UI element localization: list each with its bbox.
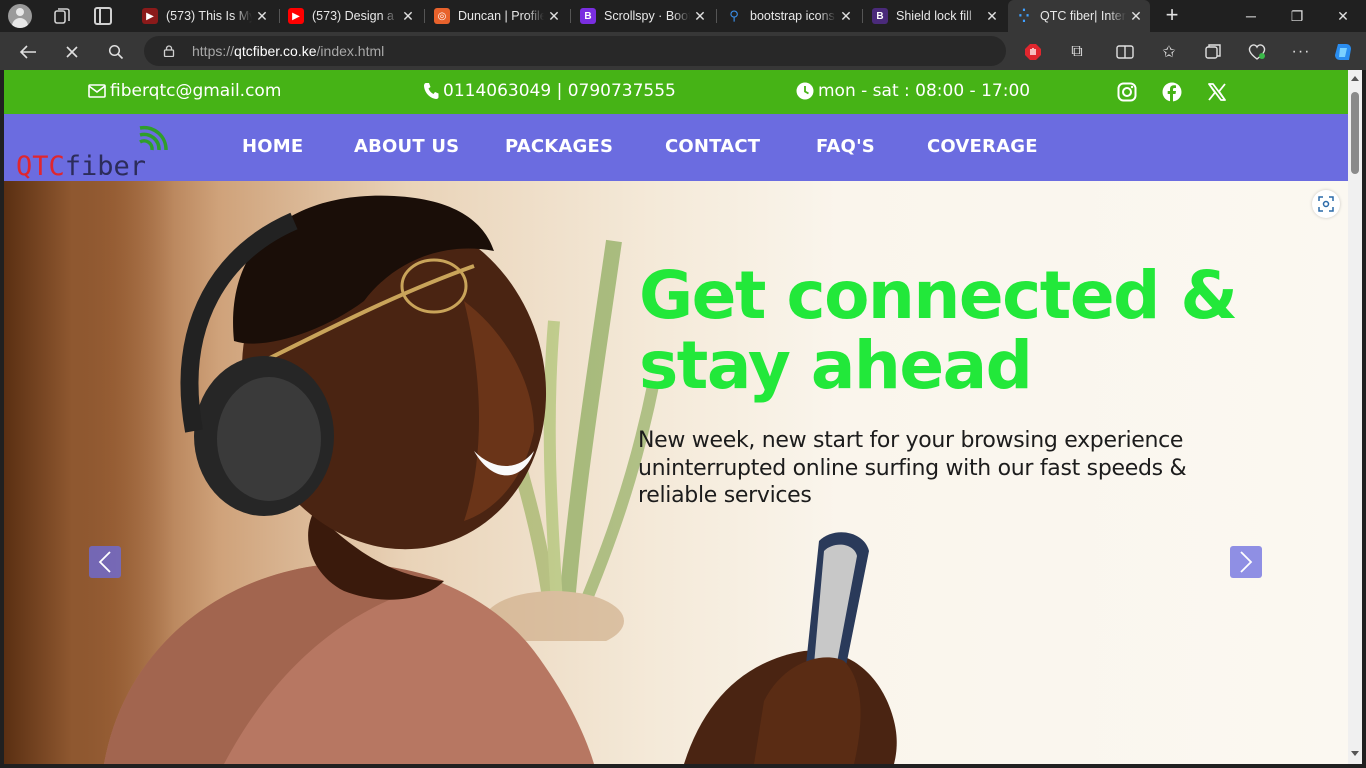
tab-title: (573) This Is My [166, 9, 252, 23]
tab-title: Duncan | Profile [458, 9, 544, 23]
codepen-icon: ◎ [434, 8, 450, 24]
close-tab-icon[interactable]: ✕ [1126, 8, 1146, 25]
page-scrollbar[interactable] [1348, 70, 1362, 764]
search-icon[interactable] [103, 39, 129, 65]
scroll-thumb[interactable] [1351, 92, 1359, 174]
youtube-icon: ▶ [288, 8, 304, 24]
tab-title: Scrollspy · Boot [604, 9, 690, 23]
profile-avatar-icon[interactable] [8, 4, 32, 28]
hero-carousel: Get connected & stay ahead New week, new… [4, 181, 1348, 764]
adblock-extension-icon[interactable] [1020, 39, 1046, 65]
close-window-icon[interactable]: ✕ [1320, 0, 1366, 32]
browser-tab[interactable]: B Scrollspy · Boot ✕ [572, 2, 714, 30]
web-page: fiberqtc@gmail.com 0114063049 | 07907375… [4, 70, 1348, 764]
envelope-icon [88, 84, 106, 98]
browser-tab[interactable]: ▶ (573) Design a ✕ [280, 2, 422, 30]
tab-title: bootstrap icons [750, 9, 835, 23]
split-screen-icon[interactable] [1112, 39, 1138, 65]
hero-subheadline: New week, new start for your browsing ex… [638, 427, 1278, 510]
browser-tab[interactable]: ▶ (573) This Is My ✕ [134, 2, 276, 30]
close-tab-icon[interactable]: ✕ [252, 8, 272, 25]
scroll-up-icon[interactable] [1351, 76, 1359, 81]
contact-topbar: fiberqtc@gmail.com 0114063049 | 07907375… [4, 70, 1348, 114]
chevron-left-icon [98, 551, 111, 573]
url-text[interactable]: https://qtcfiber.co.ke/index.html [192, 43, 384, 59]
instagram-icon[interactable] [1116, 81, 1138, 103]
browser-tab[interactable]: ⚲ bootstrap icons ✕ [718, 2, 860, 30]
hours-text: mon - sat : 08:00 - 17:00 [818, 81, 1031, 101]
close-tab-icon[interactable]: ✕ [398, 8, 418, 25]
back-icon[interactable] [15, 39, 41, 65]
nav-contact[interactable]: CONTACT [665, 136, 760, 157]
site-logo[interactable]: QTCfiber [14, 124, 174, 182]
nav-packages[interactable]: PACKAGES [505, 136, 613, 157]
scroll-down-icon[interactable] [1351, 751, 1359, 756]
nav-about-us[interactable]: ABOUT US [354, 136, 459, 157]
tab-title: Shield lock fill [896, 9, 972, 23]
more-options-icon[interactable]: ··· [1288, 39, 1314, 65]
clock-icon [796, 82, 814, 100]
youtube-icon: ▶ [142, 8, 158, 24]
facebook-icon[interactable] [1161, 81, 1183, 103]
subline-line: reliable services [638, 483, 812, 508]
logo-wordmark: QTCfiber [16, 151, 147, 182]
phone-icon [424, 83, 439, 99]
copilot-icon[interactable] [1330, 39, 1356, 65]
phone-text: 0114063049 | 0790737555 [443, 81, 676, 101]
stop-loading-icon[interactable] [59, 39, 85, 65]
restore-icon[interactable]: ❐ [1274, 0, 1320, 32]
bootstrap-icon: B [580, 8, 596, 24]
carousel-next-button[interactable] [1230, 546, 1262, 578]
vertical-tabs-icon[interactable] [94, 7, 112, 25]
email-text: fiberqtc@gmail.com [110, 81, 282, 101]
tab-title: QTC fiber| Inter [1040, 9, 1126, 23]
browser-tab[interactable]: B Shield lock fill ✕ [864, 2, 1006, 30]
browser-essentials-icon[interactable] [1244, 39, 1270, 65]
search-icon: ⚲ [729, 8, 739, 23]
new-tab-icon[interactable]: + [1160, 4, 1184, 28]
collections-icon[interactable] [1200, 39, 1226, 65]
nav-coverage[interactable]: COVERAGE [927, 136, 1038, 157]
loading-icon: ⁛ [1018, 9, 1030, 23]
browser-tab-strip: ▶ (573) This Is My ✕ ▶ (573) Design a ✕ … [0, 0, 1366, 32]
carousel-prev-button[interactable] [89, 546, 121, 578]
minimize-icon[interactable]: ─ [1228, 0, 1274, 32]
visual-search-button[interactable] [1312, 190, 1340, 218]
wifi-signal-icon [139, 125, 168, 151]
browser-tab[interactable]: ◎ Duncan | Profile ✕ [426, 2, 568, 30]
main-navbar: QTCfiber HOME ABOUT US PACKAGES CONTACT … [4, 114, 1348, 182]
close-tab-icon[interactable]: ✕ [836, 8, 856, 25]
chevron-right-icon [1240, 551, 1253, 573]
favorites-icon[interactable]: ✩ [1156, 39, 1182, 65]
nav-home[interactable]: HOME [242, 136, 303, 157]
lock-icon[interactable] [163, 45, 175, 57]
phone-contact[interactable]: 0114063049 | 0790737555 [423, 81, 676, 101]
close-tab-icon[interactable]: ✕ [690, 8, 710, 25]
hero-headline: Get connected & stay ahead [639, 261, 1319, 401]
nav-faqs[interactable]: FAQ'S [816, 136, 875, 157]
close-tab-icon[interactable]: ✕ [982, 8, 1002, 25]
extensions-puzzle-icon[interactable]: ⧉ [1064, 39, 1090, 65]
email-contact[interactable]: fiberqtc@gmail.com [88, 81, 281, 101]
tab-title: (573) Design a [312, 9, 394, 23]
close-tab-icon[interactable]: ✕ [544, 8, 564, 25]
business-hours: mon - sat : 08:00 - 17:00 [796, 81, 1030, 101]
subline-line: New week, new start for your browsing ex… [638, 428, 1184, 453]
visual-search-icon [1318, 196, 1334, 212]
subline-line: uninterrupted online surfing with our fa… [638, 455, 1187, 481]
bootstrap-icon: B [872, 8, 888, 24]
headline-line: Get connected & [639, 257, 1238, 334]
x-twitter-icon[interactable] [1206, 81, 1228, 103]
headline-line: stay ahead [639, 327, 1033, 404]
browser-tab-active[interactable]: ⁛ QTC fiber| Inter ✕ [1008, 0, 1150, 32]
workspaces-icon[interactable] [52, 6, 72, 26]
